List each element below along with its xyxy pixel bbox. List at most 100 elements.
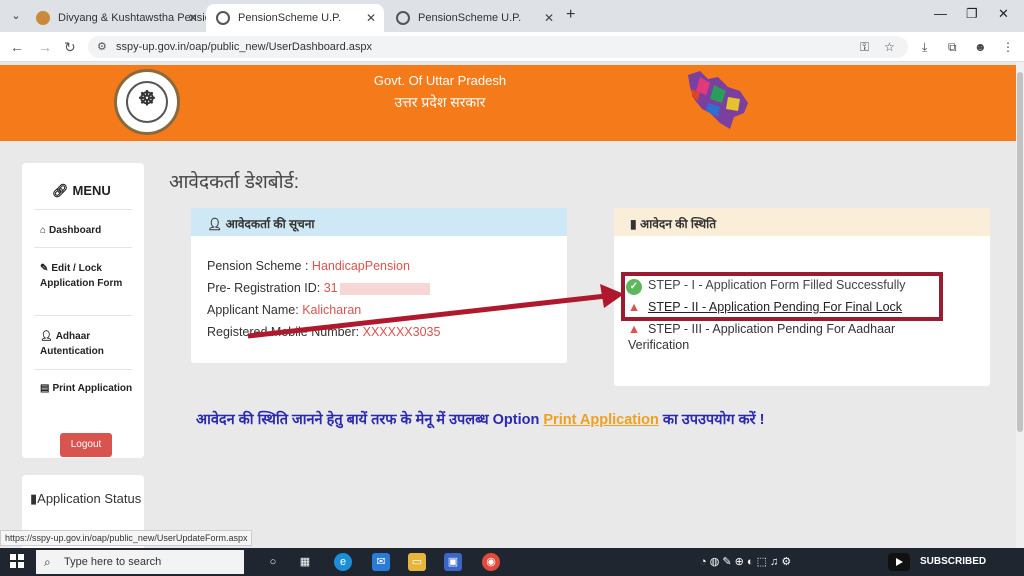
system-tray-icons[interactable]: ◔ ◍ ✎ ⊕ ◐ ⬚ ♫ ⚙ [700,555,791,568]
search-icon: ⌕ [44,555,51,569]
site-info-icon[interactable]: ⚙ [97,36,107,58]
up-government-emblem: ☸ [114,69,180,135]
sidebar-item-label: Edit / Lock Application Form [40,263,123,289]
windows-start-icon[interactable] [10,554,24,568]
sidebar-item-label: Print Application [52,383,133,394]
tab-pensionscheme[interactable]: PensionScheme U.P. ✕ [386,4,562,32]
notice-text: आवेदन की स्थिति जानने हेतु बायें तरफ के … [196,412,544,428]
more-menu-icon[interactable]: ⋮ [1002,40,1014,54]
site-header: ☸ Govt. Of Uttar Pradesh उत्तर प्रदेश सर… [0,65,1016,141]
registration-id-row: Pre- Registration ID: 31 [207,281,430,295]
applicant-info-heading: 👤︎ आवेदकर्ता की सूचना [191,208,567,236]
restore-icon[interactable]: ❐ [966,6,978,22]
print-application-link[interactable]: Print Application [543,412,658,428]
sidebar-item-edit-lock[interactable]: ✎ Edit / Lock Application Form [40,261,136,291]
windows-taskbar: ⌕ Type here to search ○ ▦ e ✉ ▭ ▣ ◉ ◔ ◍ … [0,548,1024,576]
widgets-icon[interactable]: ▦ [296,553,314,571]
reload-icon[interactable]: ↻ [64,39,76,56]
profile-icon[interactable]: ☻ [974,40,987,54]
minimize-icon[interactable]: — [934,6,947,21]
search-placeholder: Type here to search [64,556,162,568]
mobile-number-row: Registered Mobile Number: XXXXXX3035 [207,325,440,339]
web-page: ☸ Govt. Of Uttar Pradesh उत्तर प्रदेश सर… [0,62,1016,548]
chrome-icon[interactable]: ◉ [482,553,500,571]
panel-heading-text: आवेदकर्ता की सूचना [225,217,315,231]
divider [34,315,132,316]
taskbar-search-box[interactable]: ⌕ Type here to search [36,550,244,574]
scrollbar-thumb[interactable] [1017,72,1023,432]
tab-title: PensionScheme U.P. [418,12,522,24]
menu-title: 🔗︎ MENU [52,183,111,199]
youtube-icon [888,553,910,571]
subscribed-badge: SUBSCRIBED [920,556,987,567]
header-title: Govt. Of Uttar Pradesh [373,73,507,88]
browser-address-bar: ← → ↻ ⚙ sspy-up.gov.in/oap/public_new/Us… [0,32,1024,62]
row-value: XXXXXX3035 [362,325,441,339]
tab-title: Divyang & Kushtawstha Pensio [58,12,206,24]
divider [34,209,132,210]
globe-icon [216,11,230,25]
close-icon[interactable]: ✕ [544,11,554,25]
site-favicon-icon [36,11,50,25]
url-input[interactable]: ⚙ sspy-up.gov.in/oap/public_new/UserDash… [88,36,908,58]
divider [34,369,132,370]
pension-scheme-row: Pension Scheme : HandicapPension [207,259,410,273]
file-explorer-icon[interactable]: ▭ [408,553,426,571]
url-text: sspy-up.gov.in/oap/public_new/UserDashbo… [116,41,372,53]
applicant-info-panel: 👤︎ आवेदकर्ता की सूचना Pension Scheme : H… [191,208,567,363]
link-icon: 🔗︎ [52,183,69,198]
notice-text: का उपउपयोग करें ! [658,412,765,428]
download-icon[interactable]: ⤓ [922,40,927,55]
mail-icon[interactable]: ✉ [372,553,390,571]
link-preview-status: https://sspy-up.gov.in/oap/public_new/Us… [0,530,253,546]
close-icon[interactable]: ✕ [188,11,198,25]
back-icon[interactable]: ← [10,39,24,55]
user-icon: 👤︎ [40,331,53,342]
sidebar-menu: 🔗︎ MENU ⌂ Dashboard ✎ Edit / Lock Applicati… [22,163,144,458]
row-value: Kalicharan [302,303,362,317]
step-3-status: ▲ STEP - III - Application Pending For Aa… [626,322,895,336]
row-label: Pension Scheme : [207,259,312,273]
home-icon: ⌂ [40,225,47,236]
applicant-name-row: Applicant Name: Kalicharan [207,303,361,317]
sidebar-item-dashboard[interactable]: ⌂ Dashboard [40,223,136,238]
emblem-mark-icon: ☸ [138,88,156,110]
new-tab-button[interactable]: + [566,6,575,24]
tab-search-icon[interactable]: ⌄ [6,6,26,26]
logout-button[interactable]: Logout [60,433,112,457]
page-scrollbar[interactable] [1016,62,1024,548]
sidebar-item-label: Dashboard [49,225,102,236]
edit-icon: ✎ [40,263,49,274]
edge-icon[interactable]: e [334,553,352,571]
tab-pensionscheme-active[interactable]: PensionScheme U.P. ✕ [206,4,384,32]
sidebar-item-aadhaar[interactable]: 👤︎ Adhaar Autentication [40,329,136,359]
tab-divyang-pension[interactable]: Divyang & Kushtawstha Pensio ✕ [26,4,206,32]
notice-message: आवेदन की स्थिति जानने हेतु बायें तरफ के … [196,409,764,429]
panel-heading-text: आवेदन की स्थिति [639,217,717,231]
divider [34,247,132,248]
sidebar-item-print[interactable]: ▤ Print Application [40,381,136,396]
annotation-highlight-box [621,272,943,321]
key-icon[interactable]: ⚿ [860,36,869,58]
status-card-text: Application Status [37,491,142,506]
row-label: Registered Mobile Number: [207,325,363,339]
user-icon: 👤︎ [207,217,223,231]
row-value: HandicapPension [311,259,410,273]
bookmark-star-icon[interactable]: ☆ [884,36,895,58]
task-view-icon[interactable]: ○ [264,553,282,571]
row-value: 31 [323,281,338,295]
redacted-value [339,282,430,295]
forward-icon[interactable]: → [38,39,52,55]
step-text: STEP - III - Application Pending For Aad… [648,322,896,336]
close-window-icon[interactable]: ✕ [998,6,1009,22]
bar-chart-icon: ▮ [630,217,637,231]
row-label: Pre- Registration ID: [207,281,324,295]
browser-tab-bar: ⌄ Divyang & Kushtawstha Pensio ✕ Pension… [0,0,1024,32]
header-subtitle: उत्तर प्रदेश सरकार [394,94,486,110]
page-title: आवेदकर्ता डेशबोर्ड: [169,172,299,193]
globe-icon [396,11,410,25]
close-icon[interactable]: ✕ [366,11,376,25]
store-icon[interactable]: ▣ [444,553,462,571]
extensions-icon[interactable]: ⧉ [948,40,957,55]
application-status-heading: ▮ आवेदन की स्थिति [614,208,990,236]
